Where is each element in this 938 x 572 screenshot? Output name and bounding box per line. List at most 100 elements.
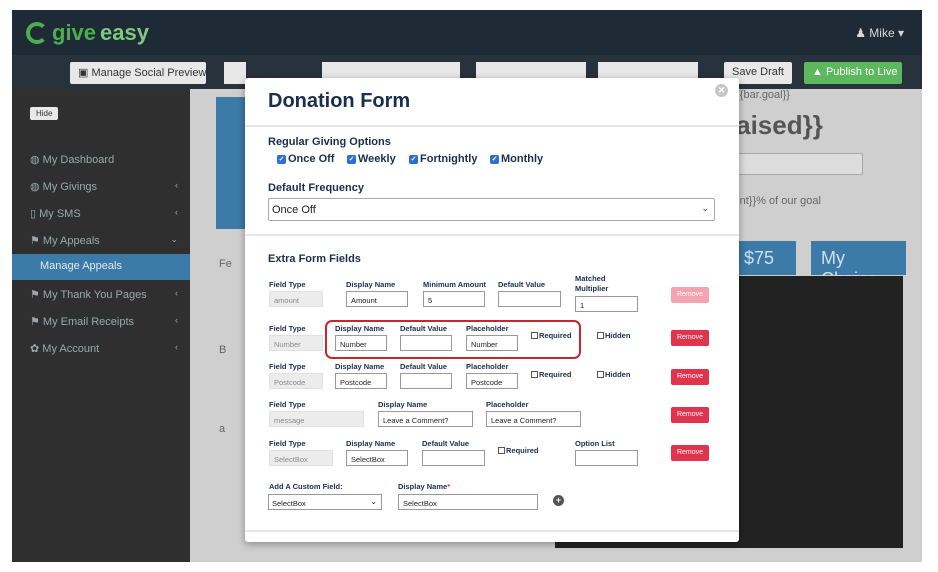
extra-form-fields-title: Extra Form Fields [268, 253, 361, 265]
default-frequency-select[interactable]: Once Off ⌄ [268, 198, 715, 221]
sidebar-item-givings[interactable]: ◍ My Givings ‹ [12, 174, 190, 200]
field-type-label: Field Type [269, 280, 306, 289]
default-value-input[interactable] [422, 450, 485, 466]
placeholder-input[interactable]: Leave a Comment? [486, 411, 581, 427]
hidden-checkbox[interactable]: Hidden [597, 370, 630, 379]
checkbox-checked-icon[interactable]: ✓ [277, 154, 286, 164]
option-monthly[interactable]: ✓ Monthly [490, 153, 543, 165]
default-value-label: Default Value [400, 362, 448, 371]
display-name-input[interactable]: Amount [346, 291, 408, 307]
required-checkbox[interactable]: Required [531, 370, 572, 379]
checkbox-icon[interactable] [597, 332, 604, 339]
display-name-label: Display Name [346, 439, 396, 448]
field-type-label: Field Type [269, 362, 306, 371]
sidebar-item-account[interactable]: ✿ My Account ‹ [12, 336, 190, 362]
title-divider [245, 125, 739, 127]
checkbox-checked-icon[interactable]: ✓ [490, 154, 499, 164]
sidebar-item-manage-appeals[interactable]: Manage Appeals [12, 254, 190, 280]
default-value-input[interactable] [498, 291, 561, 307]
manage-social-preview-button[interactable]: ▣ Manage Social Preview [70, 62, 206, 84]
my-choice-button[interactable]: My Choice [811, 241, 906, 289]
top-bar: give easy ♟ Mike ▾ [12, 10, 922, 55]
app-logo[interactable]: give easy [26, 20, 149, 46]
publish-to-live-button[interactable]: ▲ Publish to Live [804, 62, 902, 84]
matched-multiplier-input[interactable]: 1 [575, 296, 638, 312]
sidebar-hide-button[interactable]: Hide [30, 107, 59, 120]
placeholder-label: Placeholder [466, 362, 509, 371]
sidebar-item-sms[interactable]: ▯ My SMS ‹ [12, 201, 190, 227]
option-weekly[interactable]: ✓ Weekly [347, 153, 396, 165]
app-window: give easy ♟ Mike ▾ ▣ Manage Social Previe… [12, 10, 922, 562]
checkbox-checked-icon[interactable]: ✓ [409, 154, 418, 164]
highlight-annotation [325, 320, 581, 359]
display-name-label: Display Name [335, 362, 385, 371]
remove-message-button[interactable]: Remove [671, 407, 709, 423]
dashboard-icon: ◍ [30, 154, 43, 166]
image-icon: ▣ [78, 67, 92, 79]
logo-icon [26, 22, 48, 44]
chevron-left-icon: ‹ [175, 207, 178, 217]
option-fortnightly[interactable]: ✓ Fortnightly [409, 153, 477, 165]
display-name-input[interactable]: Leave a Comment? [378, 411, 473, 427]
hidden-checkbox[interactable]: Hidden [597, 331, 630, 340]
display-name-input[interactable]: SelectBox [346, 450, 408, 466]
goal-percent-text: cent}}% of our goal [728, 195, 821, 207]
custom-display-name-label: Display Name* [398, 482, 451, 491]
sidebar-item-appeals[interactable]: ⚑ My Appeals ⌄ [12, 228, 190, 254]
default-value-label: Default Value [422, 439, 470, 448]
checkbox-icon[interactable] [498, 447, 505, 454]
checkbox-icon[interactable] [531, 371, 538, 378]
field-type-label: Field Type [269, 324, 306, 333]
section-divider [245, 234, 739, 236]
placeholder-input[interactable]: Postcode [466, 373, 518, 389]
remove-selectbox-button[interactable]: Remove [671, 445, 709, 461]
background-label: B [219, 344, 227, 356]
footer-divider [245, 530, 739, 532]
logo-text-give: give [52, 20, 97, 45]
field-type-label: Field Type [269, 439, 306, 448]
remove-number-button[interactable]: Remove [671, 330, 709, 346]
sidebar-item-dashboard[interactable]: ◍ My Dashboard [12, 147, 190, 173]
remove-amount-button[interactable]: Remove [671, 287, 709, 303]
givings-icon: ◍ [30, 181, 43, 193]
field-type-label: Field Type [269, 400, 306, 409]
toolbar-button[interactable] [224, 62, 246, 84]
user-icon: ♟ [855, 26, 870, 40]
checkbox-icon[interactable] [597, 371, 604, 378]
placeholder-label: Placeholder [486, 400, 529, 409]
amount-75-button[interactable]: $75 [734, 241, 796, 275]
option-list-label: Option List [575, 439, 615, 448]
display-name-input[interactable]: Postcode [335, 373, 387, 389]
field-type-input: message [269, 411, 364, 427]
sms-icon: ▯ [30, 208, 40, 220]
required-asterisk: * [447, 482, 451, 491]
add-field-plus-icon[interactable]: + [553, 495, 564, 506]
add-custom-field-label: Add A Custom Field: [269, 482, 343, 491]
custom-field-type-select[interactable]: SelectBox ⌄ [268, 494, 382, 510]
display-name-label: Display Name [378, 400, 428, 409]
flag-icon: ⚑ [30, 289, 43, 301]
option-once-off[interactable]: ✓ Once Off [277, 153, 334, 165]
minimum-amount-label: Minimum Amount [423, 280, 487, 289]
close-icon[interactable]: ✕ [715, 84, 728, 97]
field-type-input: Postcode [269, 373, 323, 389]
checkbox-checked-icon[interactable]: ✓ [347, 154, 356, 164]
default-value-input[interactable] [400, 373, 452, 389]
sidebar-item-email-receipts[interactable]: ⚑ My Email Receipts ‹ [12, 309, 190, 335]
user-menu[interactable]: ♟ Mike ▾ [855, 26, 904, 40]
minimum-amount-input[interactable]: 5 [423, 291, 485, 307]
raised-text: raised}} [726, 110, 823, 140]
custom-display-name-input[interactable]: SelectBox [398, 494, 538, 510]
background-label: Fe [219, 258, 232, 270]
sidebar-item-thank-you-pages[interactable]: ⚑ My Thank You Pages ‹ [12, 282, 190, 308]
remove-postcode-button[interactable]: Remove [671, 369, 709, 385]
sidebar: Hide ◍ My Dashboard ◍ My Givings ‹ ▯ My S… [12, 89, 190, 562]
option-list-input[interactable] [575, 450, 638, 466]
required-checkbox[interactable]: Required [498, 446, 539, 455]
modal-title: Donation Form [268, 90, 411, 112]
regular-giving-title: Regular Giving Options [268, 136, 391, 148]
chevron-left-icon: ‹ [175, 315, 178, 325]
gear-icon: ✿ [30, 343, 43, 355]
display-name-label: Display Name [346, 280, 396, 289]
background-input [732, 153, 863, 175]
